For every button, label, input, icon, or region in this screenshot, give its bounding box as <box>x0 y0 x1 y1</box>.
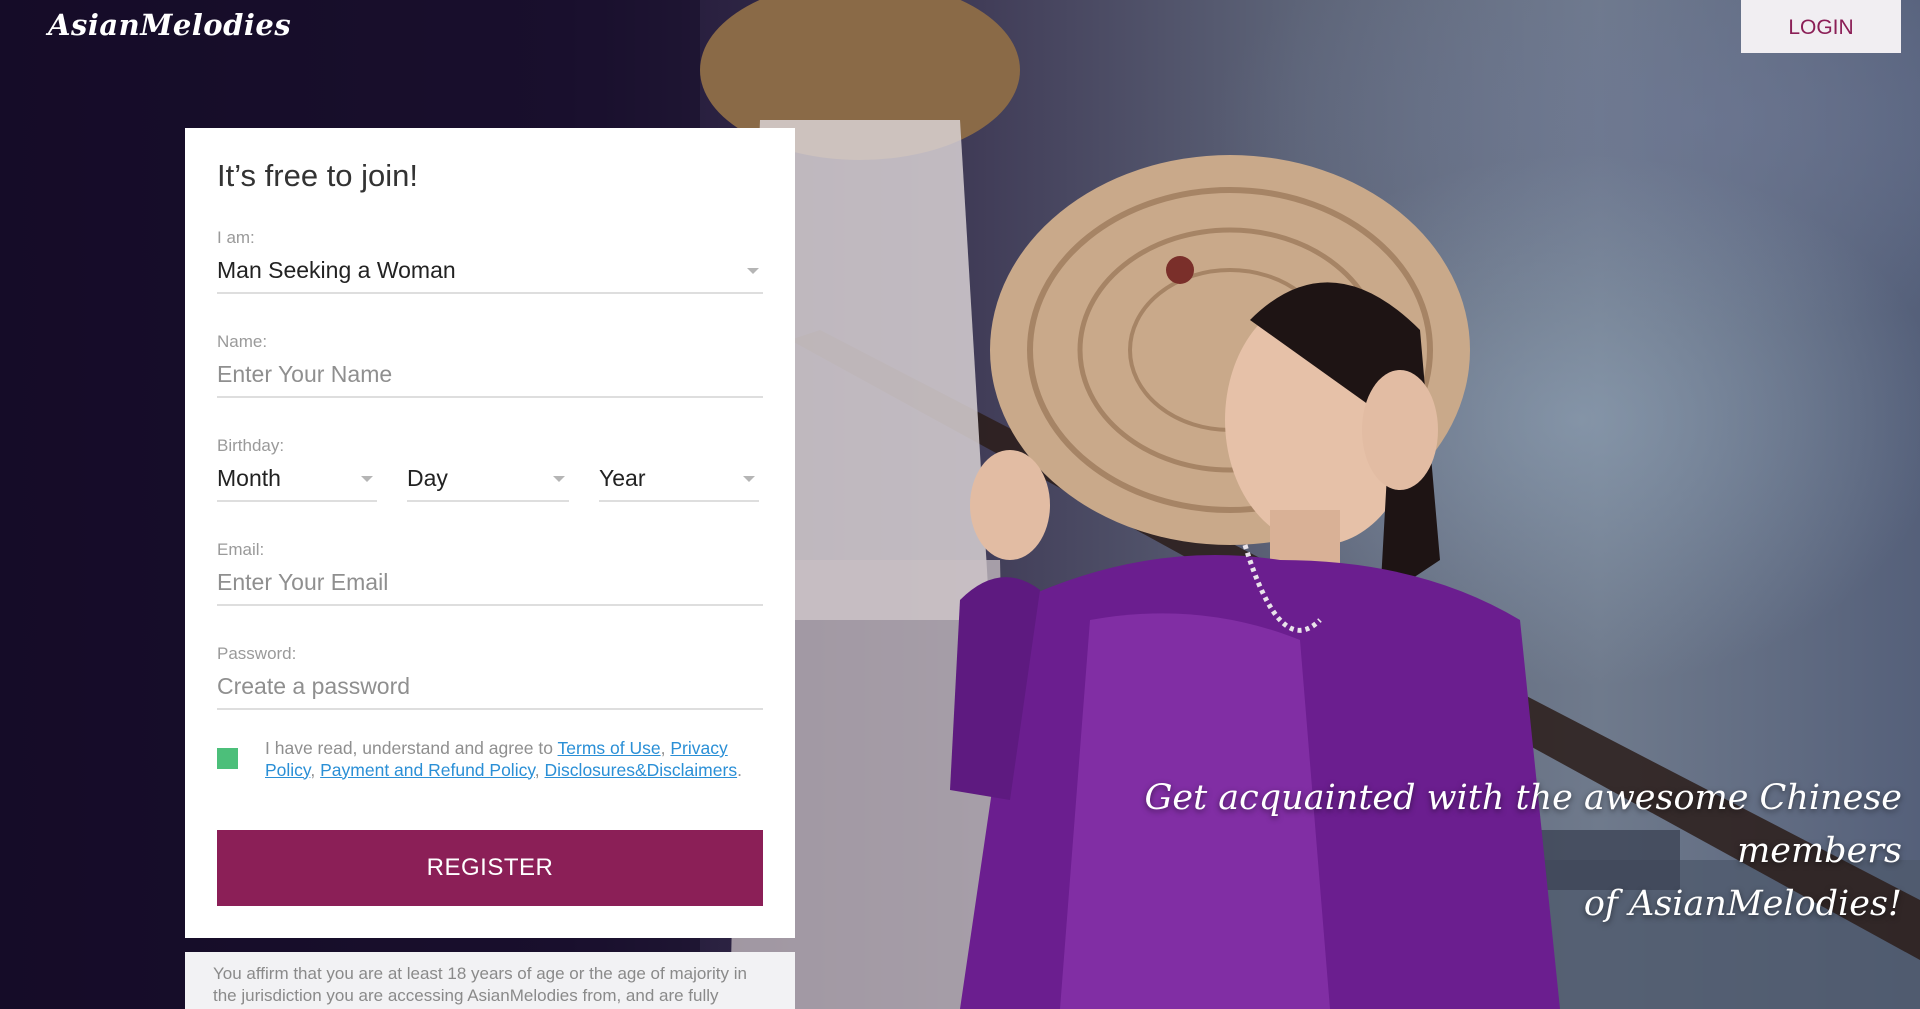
password-input[interactable]: Create a password <box>217 666 763 710</box>
birthday-field: Birthday: Month Day Year <box>217 436 763 502</box>
year-select-value: Year <box>599 465 646 491</box>
email-label: Email: <box>217 540 265 559</box>
tagline-line-1: Get acquainted with the awesome Chinese … <box>1144 778 1902 871</box>
payment-refund-policy-link[interactable]: Payment and Refund Policy <box>320 760 535 780</box>
chevron-down-icon <box>747 268 759 274</box>
email-input-placeholder: Enter Your Email <box>217 569 389 595</box>
tagline-line-2: of AsianMelodies! <box>1583 884 1902 924</box>
password-label: Password: <box>217 644 297 663</box>
month-select-value: Month <box>217 465 281 491</box>
register-button[interactable]: REGISTER <box>217 830 763 906</box>
email-field: Email: Enter Your Email <box>217 540 763 606</box>
login-button[interactable]: LOGIN <box>1741 0 1901 53</box>
email-input[interactable]: Enter Your Email <box>217 562 763 606</box>
disclosures-link[interactable]: Disclosures&Disclaimers <box>545 760 738 780</box>
agree-checkbox[interactable] <box>217 748 238 769</box>
birthday-label: Birthday: <box>217 436 285 455</box>
form-title: It’s free to join! <box>217 158 419 193</box>
name-field: Name: Enter Your Name <box>217 332 763 398</box>
year-select[interactable]: Year <box>599 458 759 502</box>
agree-text: I have read, understand and agree to Ter… <box>265 738 742 780</box>
iam-label: I am: <box>217 228 255 247</box>
password-input-placeholder: Create a password <box>217 673 411 699</box>
chevron-down-icon <box>361 476 373 482</box>
name-input-placeholder: Enter Your Name <box>217 361 393 387</box>
name-input[interactable]: Enter Your Name <box>217 354 763 398</box>
hero-tagline: Get acquainted with the awesome Chinese … <box>1002 772 1902 931</box>
day-select[interactable]: Day <box>407 458 569 502</box>
chevron-down-icon <box>553 476 565 482</box>
chevron-down-icon <box>743 476 755 482</box>
terms-of-use-link[interactable]: Terms of Use <box>558 738 661 758</box>
day-select-value: Day <box>407 465 448 491</box>
site-logo[interactable]: AsianMelodies <box>48 8 291 42</box>
agree-prefix: I have read, understand and agree to <box>265 738 553 758</box>
iam-select-value: Man Seeking a Woman <box>217 257 456 283</box>
month-select[interactable]: Month <box>217 458 377 502</box>
name-label: Name: <box>217 332 268 351</box>
password-field: Password: Create a password <box>217 644 763 710</box>
age-disclaimer: You affirm that you are at least 18 year… <box>185 952 795 1009</box>
registration-card: It’s free to join! I am: Man Seeking a W… <box>185 128 795 938</box>
iam-field: I am: Man Seeking a Woman <box>217 228 763 294</box>
iam-select[interactable]: Man Seeking a Woman <box>217 250 763 294</box>
